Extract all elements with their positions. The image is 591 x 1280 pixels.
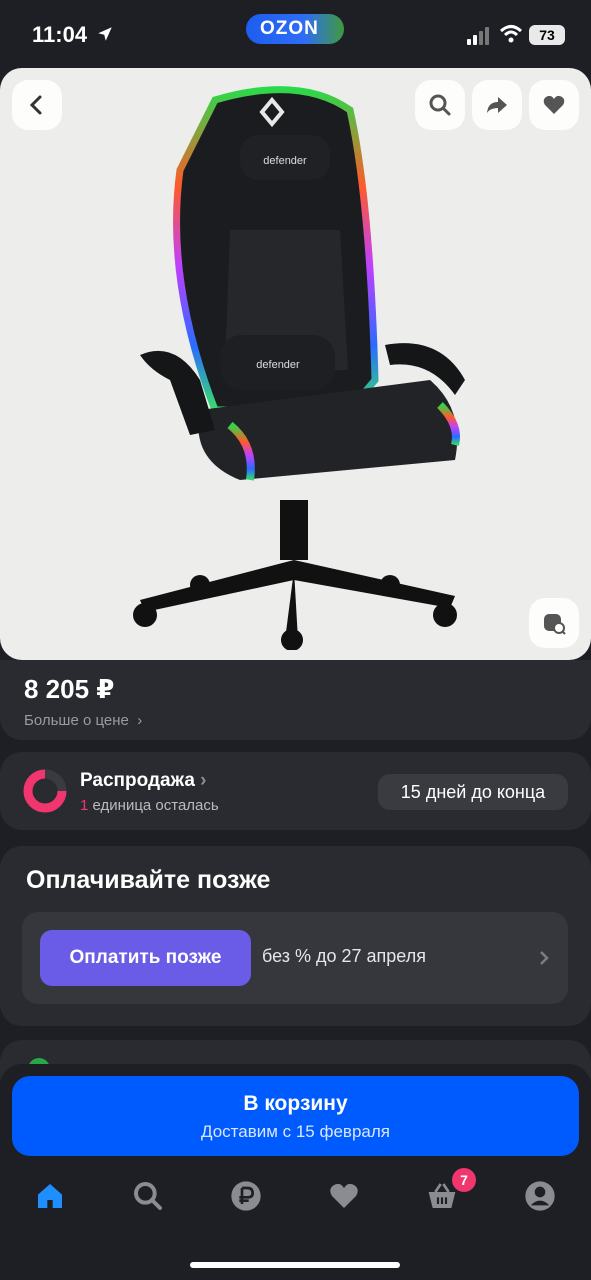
product-price: 8 205 ₽ — [24, 674, 115, 704]
image-search-icon — [544, 614, 566, 635]
chevron-left-icon — [29, 95, 42, 115]
sale-title-label: Распродажа — [80, 770, 195, 791]
app-badge-label: OZON — [260, 18, 319, 39]
share-icon — [487, 97, 507, 113]
tab-home[interactable] — [34, 1180, 70, 1216]
similar-search-button[interactable] — [529, 598, 579, 648]
add-to-cart-button[interactable]: В корзину Доставим с 15 февраля — [12, 1076, 579, 1156]
tab-favorites[interactable] — [328, 1180, 364, 1216]
back-button[interactable] — [12, 80, 62, 130]
cellular-signal-icon — [467, 27, 489, 45]
heart-icon — [330, 1183, 358, 1208]
product-image-gallery[interactable]: defender defender — [0, 68, 591, 660]
app-badge: OZON — [246, 14, 344, 44]
stock-remaining: 1 единица осталась — [80, 797, 219, 814]
tab-search[interactable] — [132, 1180, 168, 1216]
more-about-price-link[interactable]: Больше о цене › — [24, 712, 142, 729]
stock-label: единица осталась — [92, 797, 219, 814]
favorite-button[interactable] — [529, 80, 579, 130]
battery-indicator: 73 — [529, 25, 565, 45]
price-section: 8 205 ₽ Больше о цене › — [0, 660, 591, 740]
wifi-icon — [499, 25, 523, 43]
chevron-right-icon: › — [200, 770, 207, 791]
chevron-right-icon: › — [133, 712, 143, 729]
add-to-cart-label: В корзину — [243, 1092, 348, 1115]
location-arrow-icon — [98, 27, 112, 41]
search-icon — [134, 1182, 162, 1210]
share-button[interactable] — [472, 80, 522, 130]
profile-icon — [525, 1181, 555, 1211]
delivery-date: Доставим с 15 февраля — [200, 1122, 390, 1141]
sale-title[interactable]: Распродажа › — [80, 770, 207, 792]
ruble-icon — [231, 1181, 261, 1211]
tab-finance[interactable] — [230, 1180, 266, 1216]
sale-section[interactable]: Распродажа › 1 единица осталась 15 дней … — [0, 752, 591, 830]
tab-bar — [0, 1174, 591, 1224]
more-about-price-label: Больше о цене — [24, 712, 129, 729]
sale-deadline-badge: 15 дней до конца — [378, 774, 568, 810]
pay-later-section: Оплачивайте позже Оплатить позже без % д… — [0, 846, 591, 1026]
cart-count-badge: 7 — [452, 1168, 476, 1192]
pay-later-terms: без % до 27 апреля — [262, 946, 426, 966]
search-button[interactable] — [415, 80, 465, 130]
home-icon — [38, 1184, 62, 1208]
bottom-panel: В корзину Доставим с 15 февраля — [0, 1064, 591, 1280]
svg-text:defender: defender — [256, 359, 300, 371]
tab-profile[interactable] — [524, 1180, 560, 1216]
pay-later-button[interactable]: Оплатить позже — [40, 930, 251, 986]
sale-ring-icon — [23, 769, 67, 813]
status-bar: 11:04 OZON 73 — [0, 0, 591, 68]
clock: 11:04 — [32, 22, 88, 47]
pay-later-title: Оплачивайте позже — [26, 866, 271, 894]
stock-count: 1 — [80, 797, 89, 814]
home-indicator — [190, 1262, 400, 1268]
pay-later-offer[interactable]: Оплатить позже без % до 27 апреля — [22, 912, 568, 1004]
heart-icon — [543, 95, 565, 114]
chevron-right-icon — [540, 951, 549, 965]
svg-text:defender: defender — [263, 155, 307, 167]
search-icon — [429, 94, 451, 116]
product-image: defender defender — [133, 86, 465, 650]
